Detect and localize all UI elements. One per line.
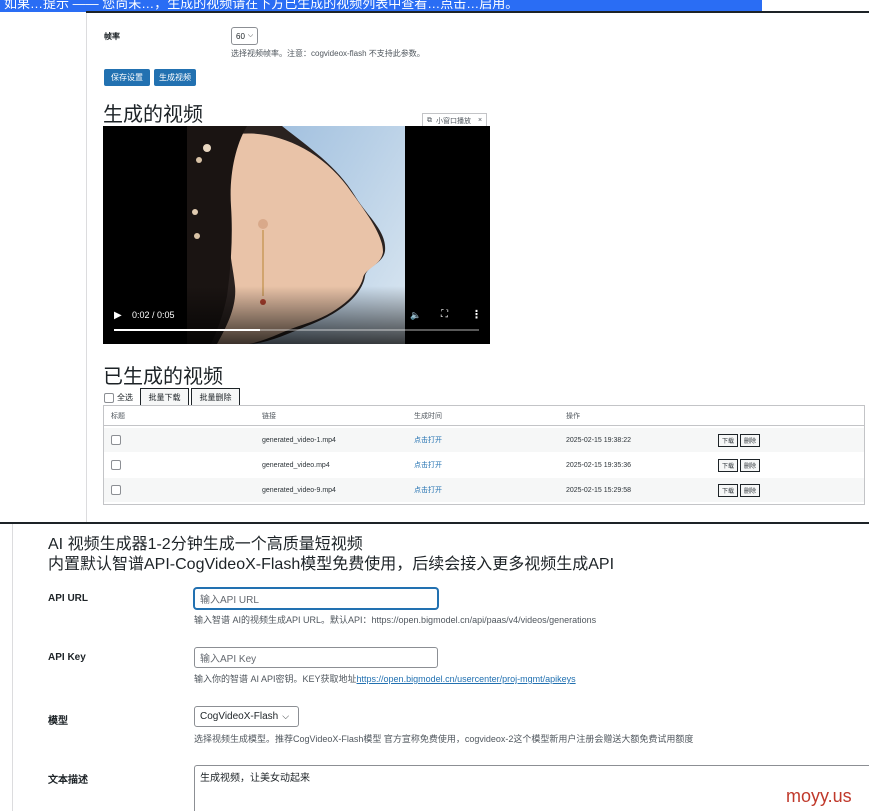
column-header-time: 生成时间 [414, 412, 442, 420]
api-key-description-text: 输入你的智谱 AI API密钥。KEY获取地址 [194, 674, 357, 684]
api-url-label: API URL [48, 593, 88, 604]
api-key-label: API Key [48, 652, 86, 663]
table-row: generated_video.mp4 点击打开 2025-02-15 19:3… [104, 453, 864, 477]
model-value: CogVideoX-Flash [200, 711, 279, 722]
table-row: generated_video-9.mp4 点击打开 2025-02-15 15… [104, 478, 864, 502]
row-link: generated_video.mp4 [262, 461, 330, 469]
row-time: 2025-02-15 19:35:36 [566, 461, 631, 469]
row-download-button[interactable]: 下载 [718, 458, 739, 472]
bulk-download-button[interactable]: 批量下载 [140, 388, 189, 406]
row-time: 2025-02-15 15:29:58 [566, 486, 631, 494]
row-link: generated_video-9.mp4 [262, 486, 336, 494]
model-label: 模型 [48, 716, 68, 727]
generated-video-heading: 生成的视频 [103, 104, 203, 126]
row-delete-button[interactable]: 删除 [740, 458, 761, 472]
prompt-label: 文本描述 [48, 775, 88, 786]
row-delete-button[interactable]: 删除 [740, 483, 761, 497]
top-notice-text: 如果…提示 —— 您尚未…，生成的视频请在下方已生成的视频列表中查看…点击…启用… [4, 0, 519, 11]
row-link: generated_video-1.mp4 [262, 436, 336, 444]
row-checkbox[interactable] [111, 460, 121, 470]
row-open-link[interactable]: 点击打开 [414, 428, 442, 452]
library-heading: 已生成的视频 [103, 366, 223, 388]
api-key-link[interactable]: https://open.bigmodel.cn/usercenter/proj… [357, 674, 576, 684]
select-all-control[interactable]: 全选 [104, 392, 133, 403]
column-header-link: 链接 [262, 412, 276, 420]
model-select[interactable]: CogVideoX-Flash ⌵ [194, 706, 299, 727]
prompt-textarea[interactable]: 生成视频，让美女动起来 [194, 765, 869, 811]
model-description: 选择视频生成模型。推荐CogVideoX-Flash模型 官方宣称免费使用，co… [194, 734, 694, 744]
generate-video-button[interactable]: 生成视频 [154, 69, 196, 86]
pip-icon: ⧉ [427, 116, 432, 124]
table-row: generated_video-1.mp4 点击打开 2025-02-15 19… [104, 428, 864, 452]
video-player[interactable]: ▶ 0:02 / 0:05 🔈 ⛶ ⋮ [103, 126, 490, 344]
framerate-label: 帧率 [104, 32, 120, 41]
api-url-input[interactable]: 输入API URL [194, 588, 438, 609]
framerate-description: 选择视频帧率。注意：cogvideox-flash 不支持此参数。 [231, 49, 425, 58]
framerate-select[interactable]: 60 ⌵ [231, 27, 259, 45]
row-open-link[interactable]: 点击打开 [414, 453, 442, 477]
volume-icon[interactable]: 🔈 [410, 310, 421, 321]
video-table: 标题 链接 生成时间 操作 generated_video-1.mp4 点击打开… [103, 405, 865, 505]
row-time: 2025-02-15 19:38:22 [566, 436, 631, 444]
row-checkbox[interactable] [111, 435, 121, 445]
column-header-actions: 操作 [566, 412, 580, 420]
api-url-description: 输入智谱 AI的视频生成API URL。默认API：https://open.b… [194, 615, 597, 625]
api-key-input[interactable]: 输入API Key [194, 647, 438, 668]
settings-subtitle: 内置默认智谱API-CogVideoX-Flash模型免费使用，后续会接入更多视… [48, 556, 615, 573]
select-all-checkbox[interactable] [104, 392, 114, 403]
table-header: 标题 链接 生成时间 操作 [104, 406, 864, 426]
progress-fill [114, 329, 260, 331]
progress-track[interactable] [114, 329, 479, 331]
select-all-label: 全选 [117, 393, 133, 402]
more-options-icon[interactable]: ⋮ [471, 308, 482, 321]
bulk-delete-button[interactable]: 批量删除 [191, 388, 240, 406]
column-header-title: 标题 [111, 412, 125, 420]
fullscreen-icon[interactable]: ⛶ [441, 309, 448, 320]
framerate-value: 60 [236, 31, 245, 41]
watermark-text: moyy.us [786, 786, 852, 806]
play-icon[interactable]: ▶ [114, 310, 122, 321]
row-delete-button[interactable]: 删除 [740, 433, 761, 447]
row-download-button[interactable]: 下载 [718, 433, 739, 447]
save-settings-button[interactable]: 保存设置 [104, 69, 150, 86]
video-time: 0:02 / 0:05 [132, 310, 175, 320]
chevron-down-icon: ⌵ [282, 711, 290, 721]
pip-label: 小窗口播放 [436, 117, 471, 125]
row-checkbox[interactable] [111, 485, 121, 495]
api-key-description: 输入你的智谱 AI API密钥。KEY获取地址https://open.bigm… [194, 672, 576, 685]
row-open-link[interactable]: 点击打开 [414, 478, 442, 502]
close-icon[interactable]: × [478, 117, 482, 124]
chevron-down-icon: ⌵ [247, 32, 254, 39]
row-download-button[interactable]: 下载 [718, 483, 739, 497]
